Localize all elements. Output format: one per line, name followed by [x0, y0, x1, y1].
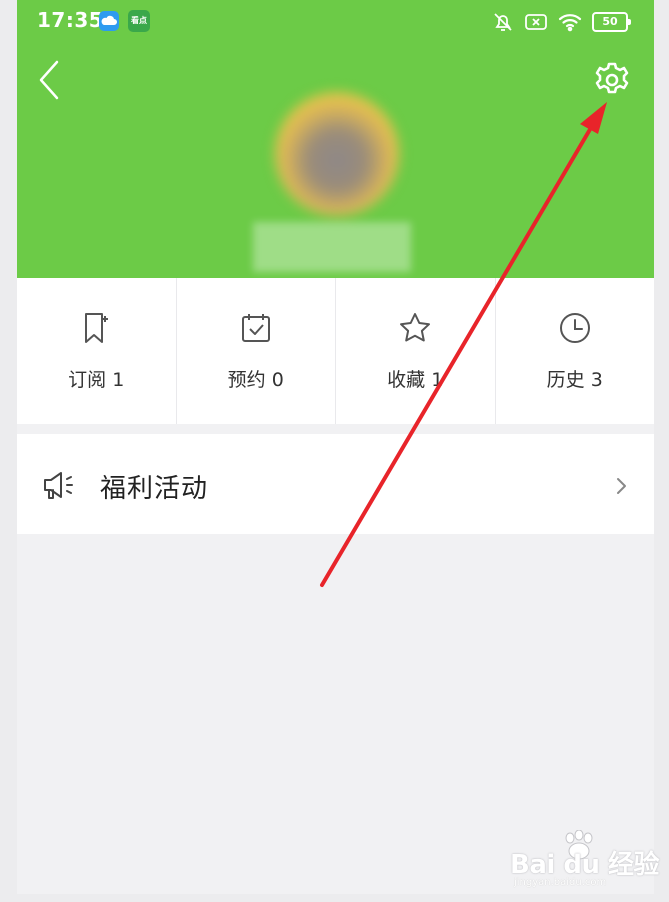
chevron-right-icon	[617, 478, 626, 494]
profile-header: 17:35 看点 50	[17, 0, 654, 278]
status-bar: 17:35 看点 50	[17, 0, 654, 44]
app-screen: 17:35 看点 50 订阅 1 预约 0 收藏 1 历史 3 福利活动	[17, 0, 654, 894]
promo-title: 福利活动	[100, 474, 209, 504]
clock-icon	[559, 313, 590, 343]
stats-row: 订阅 1 预约 0 收藏 1 历史 3	[17, 278, 654, 424]
stat-label: 订阅 1	[68, 369, 125, 391]
watermark-url: jingyan.baidu.com	[514, 877, 607, 888]
status-time: 17:35	[37, 8, 104, 32]
stat-label: 预约 0	[227, 369, 284, 391]
promo-list-item[interactable]: 福利活动	[17, 434, 654, 534]
stat-favorite[interactable]: 收藏 1	[336, 278, 496, 424]
username-blurred	[253, 222, 411, 272]
calendar-check-icon	[241, 314, 270, 342]
stat-label: 收藏 1	[387, 369, 444, 391]
sim-off-icon	[525, 14, 547, 30]
stat-history[interactable]: 历史 3	[496, 278, 655, 424]
gear-icon[interactable]	[592, 60, 632, 100]
battery-icon: 50	[592, 12, 631, 32]
star-icon	[400, 313, 431, 342]
watermark-brand: Bai du 经验	[510, 850, 660, 880]
bell-off-icon	[494, 13, 512, 31]
watermark: Bai du 经验 jingyan.baidu.com	[510, 830, 660, 890]
stat-subscribe[interactable]: 订阅 1	[17, 278, 177, 424]
chevron-left-icon[interactable]	[35, 58, 65, 102]
avatar[interactable]	[275, 92, 399, 216]
stat-label: 历史 3	[546, 369, 603, 391]
wifi-icon	[558, 14, 582, 32]
stat-reserve[interactable]: 预约 0	[177, 278, 336, 424]
cloud-app-icon	[99, 11, 119, 31]
megaphone-icon	[44, 472, 73, 499]
status-icons: 50	[492, 11, 631, 33]
bookmark-plus-icon	[85, 313, 109, 343]
kandian-app-icon: 看点	[128, 10, 150, 32]
